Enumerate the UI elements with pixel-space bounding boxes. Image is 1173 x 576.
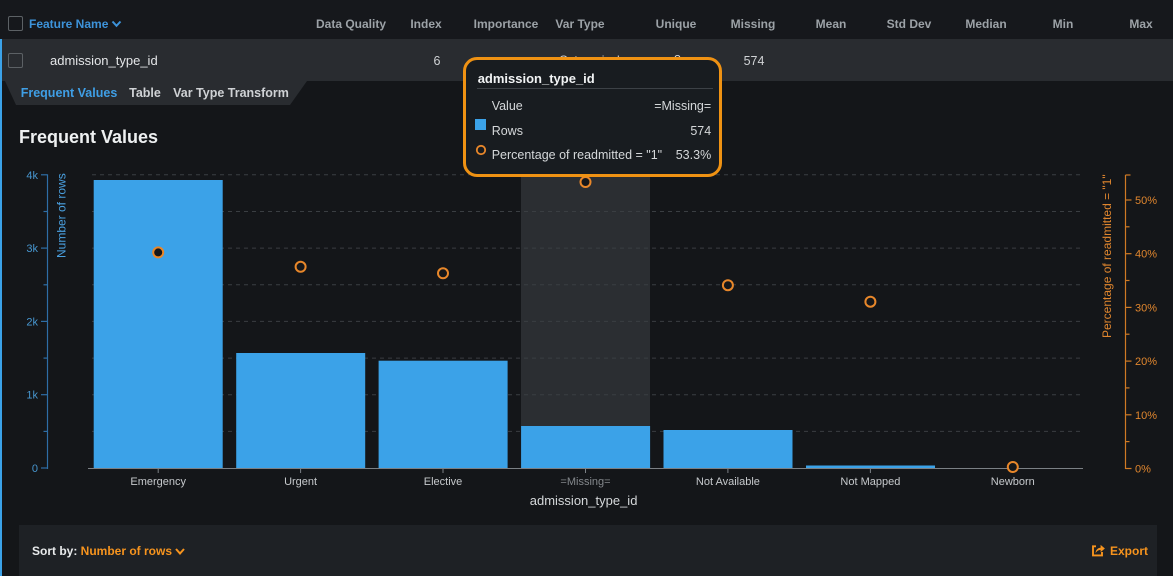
svg-text:30%: 30% — [1135, 302, 1157, 314]
svg-text:Elective: Elective — [424, 476, 463, 488]
svg-text:admission_type_id: admission_type_id — [530, 493, 638, 508]
svg-text:Number of rows: Number of rows — [55, 173, 69, 258]
svg-text:0%: 0% — [1135, 464, 1151, 476]
svg-text:50%: 50% — [1135, 195, 1157, 207]
svg-text:Emergency: Emergency — [130, 476, 186, 488]
svg-text:1k: 1k — [26, 390, 38, 402]
svg-text:Percentage of readmitted = "1": Percentage of readmitted = "1" — [1100, 174, 1114, 338]
svg-text:Not Available: Not Available — [696, 476, 760, 488]
svg-text:40%: 40% — [1135, 249, 1157, 261]
svg-text:Newborn: Newborn — [991, 476, 1035, 488]
svg-text:0: 0 — [32, 463, 38, 475]
svg-text:20%: 20% — [1135, 356, 1157, 368]
svg-text:2k: 2k — [26, 316, 38, 328]
svg-text:Urgent: Urgent — [284, 476, 317, 488]
svg-text:Not Mapped: Not Mapped — [840, 476, 900, 488]
svg-text:=Missing=: =Missing= — [560, 476, 610, 488]
svg-text:10%: 10% — [1135, 410, 1157, 422]
svg-text:4k: 4k — [26, 170, 38, 182]
svg-text:3k: 3k — [26, 243, 38, 255]
